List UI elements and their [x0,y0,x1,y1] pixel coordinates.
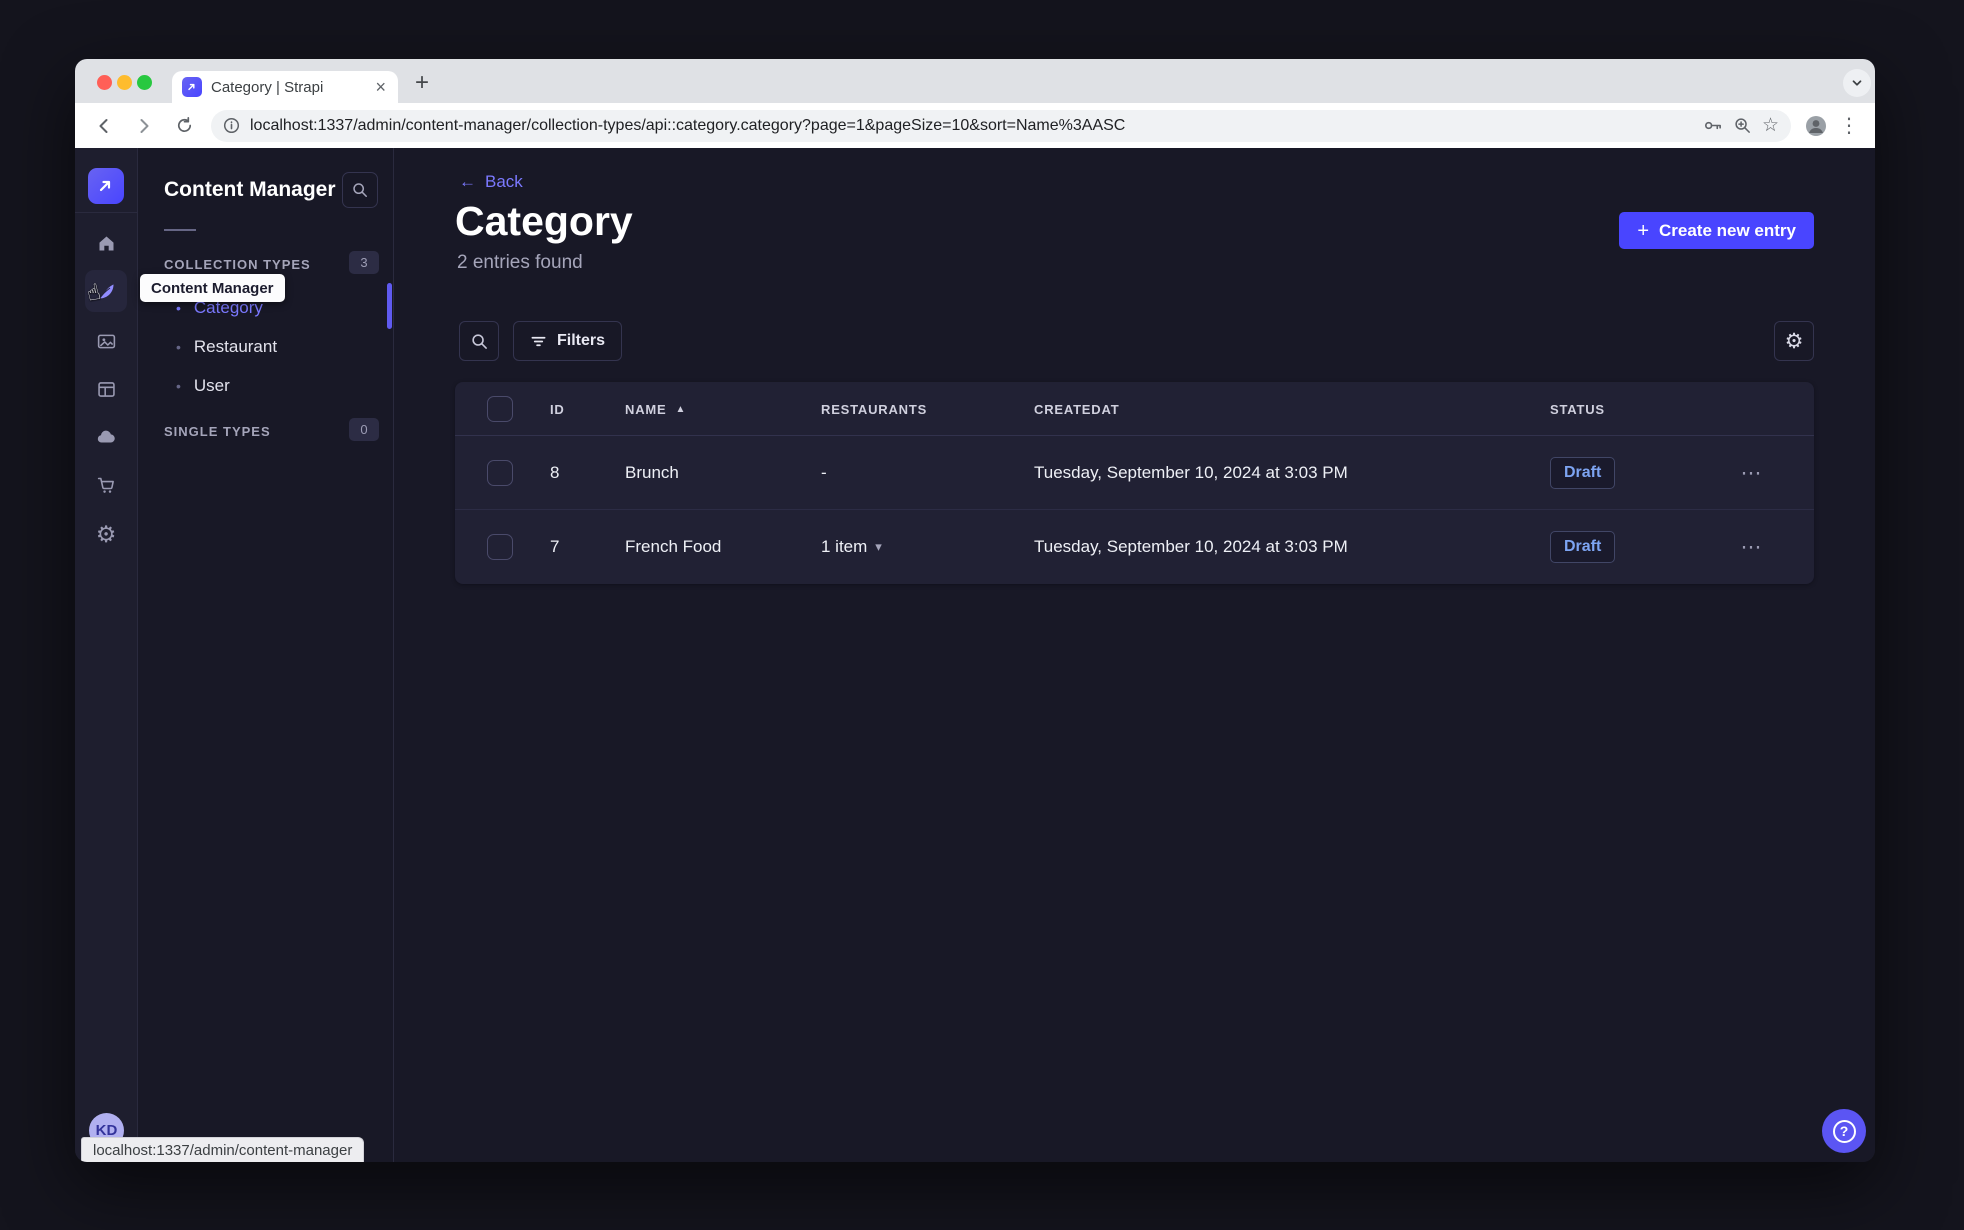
collection-types-count-badge: 3 [349,251,379,274]
strapi-favicon [182,77,202,97]
fullscreen-window-button[interactable] [137,75,152,90]
reload-icon[interactable] [167,109,201,143]
desktop-background: Category | Strapi × + localhost:1337/adm… [0,0,1964,1230]
bullet-icon: • [176,339,181,355]
browser-status-bar: localhost:1337/admin/content-manager [81,1137,365,1162]
shopping-cart-icon [96,475,117,496]
select-all-checkbox[interactable] [487,396,513,422]
site-info-icon[interactable] [223,117,240,134]
cloud-icon [95,426,117,448]
new-tab-button[interactable]: + [408,69,436,97]
cell-status: Draft [1550,436,1616,510]
content-manager-tooltip: Content Manager [140,274,285,302]
url-text[interactable]: localhost:1337/admin/content-manager/col… [250,117,1692,135]
home-icon [96,233,117,254]
bullet-icon: • [176,300,181,316]
table-row[interactable]: 7 French Food 1 item ▾ Tuesday, Septembe… [455,510,1814,584]
subnav-divider [164,229,196,231]
column-header-restaurants[interactable]: RESTAURANTS [821,382,927,436]
browser-profile-icon[interactable] [1801,111,1831,141]
table-row[interactable]: 8 Brunch - Tuesday, September 10, 2024 a… [455,436,1814,510]
cell-restaurants: - [821,463,827,482]
subnav-item-user[interactable]: • User [176,374,230,398]
status-badge: Draft [1550,531,1616,563]
bullet-icon: • [176,378,181,394]
cell-id: 8 [550,463,560,482]
cell-name: French Food [625,537,722,556]
list-view-content: ← Back Category 2 entries found + Create… [395,148,1875,1162]
sidebar-item-home[interactable] [85,222,127,264]
password-key-icon[interactable] [1702,115,1723,136]
single-types-label: SINGLE TYPES [164,424,271,439]
column-header-createdat[interactable]: CREATEDAT [1034,382,1119,436]
sidebar-divider [75,212,138,213]
settings-gear-icon: ⚙ [95,520,117,547]
minimize-window-button[interactable] [117,75,132,90]
cell-name: Brunch [625,463,679,482]
close-window-button[interactable] [97,75,112,90]
settings-gear-icon: ⚙ [1784,329,1804,353]
table-header-row: ID NAME ▲ RESTAURANTS CREATEDAT STATUS [455,382,1814,436]
filter-icon [530,333,547,350]
entries-count-text: 2 entries found [457,252,583,273]
browser-menu-icon[interactable]: ⋮ [1837,113,1861,138]
status-badge: Draft [1550,457,1616,489]
page-title: Category [455,198,633,244]
browser-tab-strip: Category | Strapi × + [75,59,1875,103]
tab-close-icon[interactable]: × [373,78,388,96]
help-button[interactable]: ? [1822,1109,1866,1153]
row-checkbox[interactable] [487,460,513,486]
bookmark-star-icon[interactable]: ☆ [1762,116,1779,135]
sidebar-item-media-library[interactable] [85,320,127,362]
plus-icon: + [1637,219,1649,242]
collection-types-label: COLLECTION TYPES [164,257,311,272]
sort-ascending-icon: ▲ [675,403,687,415]
forward-nav-icon[interactable] [127,109,161,143]
tab-search-button[interactable] [1843,69,1871,97]
back-link[interactable]: ← Back [459,172,523,192]
column-header-name[interactable]: NAME ▲ [625,382,686,436]
column-header-id[interactable]: ID [550,382,565,436]
back-arrow-icon: ← [459,172,476,191]
browser-toolbar: localhost:1337/admin/content-manager/col… [75,103,1875,148]
layout-icon [96,379,117,400]
create-new-entry-button[interactable]: + Create new entry [1619,212,1814,249]
column-header-status[interactable]: STATUS [1550,382,1605,436]
subnav-title: Content Manager [164,178,336,201]
cell-status: Draft [1550,510,1616,584]
cell-id: 7 [550,537,560,556]
zoom-icon[interactable] [1733,116,1752,135]
main-navigation-sidebar: ⚙ KD [75,148,138,1162]
strapi-admin-app: ⚙ KD Content Manager COLLECTION TYPES 3 … [75,148,1875,1162]
browser-window: Category | Strapi × + localhost:1337/adm… [75,59,1875,1162]
view-settings-button[interactable]: ⚙ [1774,321,1814,361]
cell-restaurants-dropdown[interactable]: 1 item ▾ [821,510,882,584]
strapi-logo[interactable] [88,168,124,204]
cell-createdat: Tuesday, September 10, 2024 at 3:03 PM [1034,463,1348,482]
browser-tab[interactable]: Category | Strapi × [172,71,398,103]
question-mark-icon: ? [1832,1119,1856,1143]
address-bar[interactable]: localhost:1337/admin/content-manager/col… [211,109,1791,142]
table-search-button[interactable] [459,321,499,361]
single-types-count-badge: 0 [349,418,379,441]
row-actions-menu[interactable]: ⋯ [1730,436,1774,510]
subnav-search-button[interactable] [342,172,378,208]
tab-title: Category | Strapi [211,78,324,96]
sidebar-item-deploy-cloud[interactable] [85,416,127,458]
back-nav-icon[interactable] [87,109,121,143]
sidebar-item-marketplace[interactable] [85,464,127,506]
sidebar-item-content-type-builder[interactable] [85,368,127,410]
filters-button[interactable]: Filters [513,321,623,361]
row-actions-menu[interactable]: ⋯ [1730,510,1774,584]
entries-table: ID NAME ▲ RESTAURANTS CREATEDAT STATUS 8… [455,382,1814,584]
chevron-down-icon: ▾ [875,539,882,554]
subnav-item-restaurant[interactable]: • Restaurant [176,335,277,359]
row-checkbox[interactable] [487,534,513,560]
cell-createdat: Tuesday, September 10, 2024 at 3:03 PM [1034,537,1348,556]
sidebar-item-settings[interactable]: ⚙ [85,513,127,555]
subnav-scrollbar-thumb[interactable] [387,283,392,329]
media-library-icon [96,331,117,352]
